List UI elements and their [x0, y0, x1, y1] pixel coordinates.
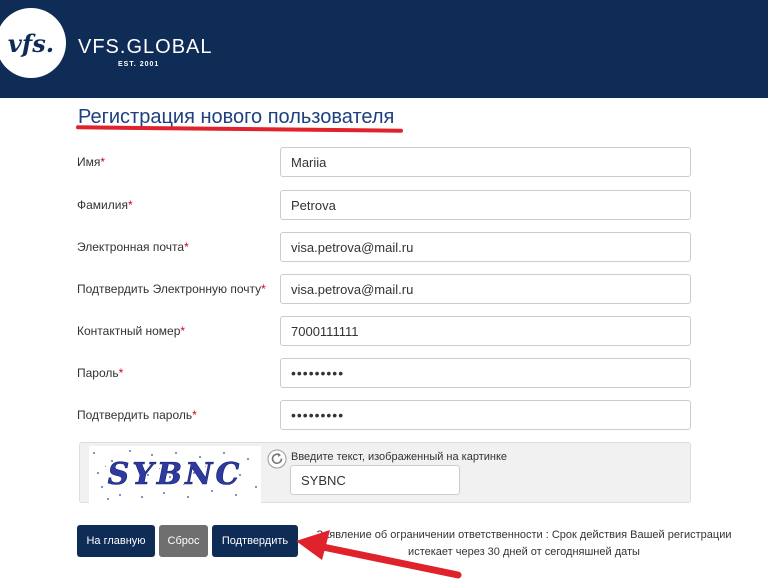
captcha-input[interactable]: SYBNC — [290, 465, 460, 495]
email-label: Электронная почта* — [77, 240, 189, 254]
confirm-password-input[interactable]: ••••••••• — [280, 400, 691, 430]
password-label: Пароль* — [77, 366, 124, 380]
phone-label: Контактный номер* — [77, 324, 186, 338]
password-input[interactable]: ••••••••• — [280, 358, 691, 388]
disclaimer-line-2: истекает через 30 дней от сегодняшней да… — [408, 546, 640, 558]
confirm-email-input[interactable]: visa.petrova@mail.ru — [280, 274, 691, 304]
first-name-input[interactable]: Mariia — [280, 147, 691, 177]
disclaimer-text: Заявление об ограничении ответственности… — [304, 527, 744, 561]
captcha-label: Введите текст, изображенный на картинке — [291, 451, 508, 463]
submit-button[interactable]: Подтвердить — [212, 525, 298, 557]
disclaimer-line-1: Заявление об ограничении ответственности… — [316, 529, 732, 541]
reset-button[interactable]: Сброс — [159, 525, 208, 557]
refresh-captcha-icon[interactable] — [267, 449, 287, 469]
last-name-input[interactable]: Petrova — [280, 190, 691, 220]
confirm-password-label: Подтвердить пароль* — [77, 408, 197, 422]
last-name-label: Фамилия* — [77, 198, 133, 212]
logo-text: vfs. — [7, 28, 55, 58]
brand-name: VFS.GLOBAL — [78, 36, 213, 58]
first-name-label: Имя* — [77, 155, 106, 169]
brand-established: EST. 2001 — [118, 61, 160, 68]
site-header: vfs. VFS.GLOBAL EST. 2001 — [0, 0, 768, 98]
captcha-image: SYBNC — [89, 446, 261, 504]
email-input[interactable]: visa.petrova@mail.ru — [280, 232, 691, 262]
vfs-logo[interactable]: vfs. — [0, 8, 66, 78]
phone-input[interactable]: 7000111111 — [280, 316, 691, 346]
confirm-email-label: Подтвердить Электронную почту* — [77, 282, 266, 296]
home-button[interactable]: На главную — [77, 525, 155, 557]
svg-text:SYBNC: SYBNC — [108, 457, 243, 492]
